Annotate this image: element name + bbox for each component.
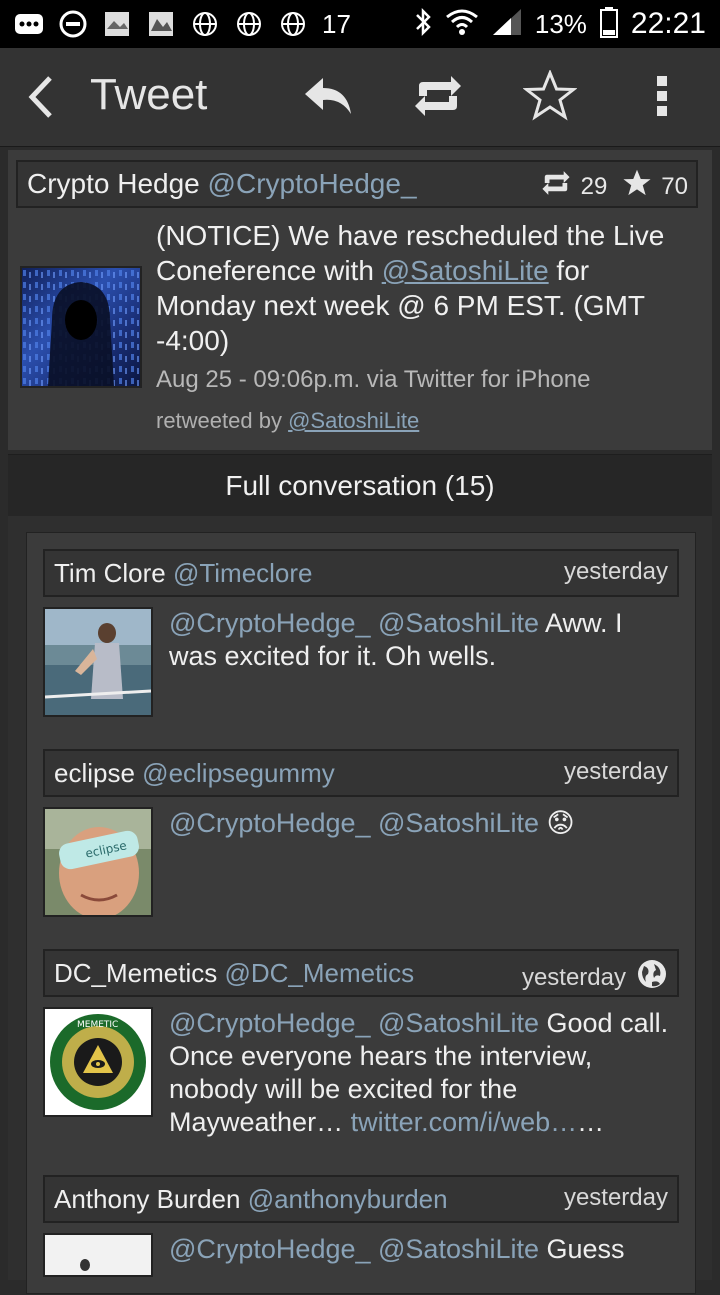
globe-icon: [190, 9, 220, 39]
star-icon: [522, 68, 578, 127]
list-item[interactable]: Tim Clore @Timeclore yesterday @CryptoHe…: [43, 549, 679, 725]
full-conversation-header[interactable]: Full conversation (15): [8, 454, 712, 517]
weather-temperature: 17: [322, 8, 351, 39]
timestamp: yesterday: [563, 558, 668, 585]
globe-icon: [234, 9, 264, 39]
avatar[interactable]: [43, 607, 153, 717]
retweeted-by-label: retweeted by: [156, 408, 289, 433]
reply-time: yesterday: [522, 958, 668, 997]
retweeted-by: retweeted by @SatoshiLite: [156, 408, 419, 434]
author-name: Tim Clore: [54, 558, 166, 588]
system-icons: 13% 22:21: [413, 0, 706, 48]
globe-icon: [278, 9, 308, 39]
reply-link[interactable]: twitter.com/i/web…: [351, 1107, 578, 1137]
author-handle[interactable]: @eclipsegummy: [142, 758, 335, 788]
tweet-header: Crypto Hedge @CryptoHedge_ 29 70: [16, 160, 698, 208]
clock: 22:21: [630, 7, 706, 40]
star-icon: [621, 168, 653, 205]
avatar[interactable]: eclipse: [43, 807, 153, 917]
retweet-icon: [411, 74, 465, 123]
reply-button[interactable]: [300, 70, 356, 126]
favorite-button[interactable]: [522, 68, 578, 127]
timestamp: yesterday: [563, 758, 668, 785]
timestamp: yesterday: [521, 963, 626, 991]
reply-mentions[interactable]: @CryptoHedge_ @SatoshiLite: [169, 1008, 539, 1038]
retweet-icon: [539, 170, 573, 203]
action-bar: Tweet: [0, 48, 720, 147]
signal-icon: [491, 7, 523, 42]
reply-header: Tim Clore @Timeclore yesterday: [43, 549, 679, 597]
author-handle[interactable]: @DC_Memetics: [224, 958, 414, 988]
tweet-stats: 29 70: [539, 168, 688, 205]
battery-percent: 13%: [534, 8, 587, 39]
author-name: Anthony Burden: [54, 1184, 241, 1214]
messages-icon: [14, 9, 44, 39]
favorite-count: 70: [661, 172, 688, 200]
author-handle[interactable]: @anthonyburden: [248, 1184, 448, 1214]
reply-time: yesterday: [564, 558, 668, 586]
reply-mentions[interactable]: @CryptoHedge_ @SatoshiLite: [169, 608, 539, 638]
image-icon: [146, 9, 176, 39]
avatar[interactable]: [43, 1233, 153, 1277]
tweet-card: Crypto Hedge @CryptoHedge_ 29 70 (NOTICE…: [8, 150, 712, 450]
notification-icons: 17: [14, 6, 351, 42]
reply-mentions[interactable]: @CryptoHedge_ @SatoshiLite: [169, 1234, 539, 1264]
reply-header: DC_Memetics @DC_Memetics yesterday: [43, 949, 679, 997]
retweet-count: 29: [580, 172, 608, 200]
overflow-menu-button[interactable]: [634, 70, 690, 126]
author-name: Crypto Hedge: [27, 168, 200, 199]
tweet-text: (NOTICE) We have rescheduled the Live Co…: [156, 218, 696, 358]
image-icon: [102, 9, 132, 39]
author-handle[interactable]: @CryptoHedge_: [208, 168, 417, 199]
status-bar: 17 13% 22:21: [0, 0, 720, 48]
reply-text: @CryptoHedge_ @SatoshiLite Aww. I was ex…: [169, 607, 669, 673]
tweet-author[interactable]: Crypto Hedge @CryptoHedge_: [27, 168, 417, 200]
retweet-button[interactable]: [410, 70, 466, 126]
avatar[interactable]: MEMETIC: [43, 1007, 153, 1117]
reply-body: 😟: [539, 808, 575, 838]
wifi-icon: [445, 7, 479, 42]
reply-text: @CryptoHedge_ @SatoshiLite Good call. On…: [169, 1007, 669, 1139]
reply-author[interactable]: eclipse @eclipsegummy: [54, 758, 335, 789]
reply-text: @CryptoHedge_ @SatoshiLite 😟: [169, 807, 669, 840]
timestamp: yesterday: [563, 1184, 668, 1211]
list-item[interactable]: eclipse @eclipsegummy yesterday eclipse: [43, 749, 679, 925]
list-item[interactable]: DC_Memetics @DC_Memetics yesterday MEMET…: [43, 949, 679, 1153]
page-title: Tweet: [90, 70, 208, 119]
reply-author[interactable]: DC_Memetics @DC_Memetics: [54, 958, 414, 989]
author-name: DC_Memetics: [54, 958, 218, 988]
conversation-area: Tim Clore @Timeclore yesterday @CryptoHe…: [8, 516, 712, 1294]
conversation-list: Tim Clore @Timeclore yesterday @CryptoHe…: [26, 532, 696, 1294]
tweet-meta: Aug 25 - 09:06p.m. via Twitter for iPhon…: [156, 366, 591, 393]
list-item[interactable]: Anthony Burden @anthonyburden yesterday …: [43, 1175, 679, 1295]
reply-icon: [303, 74, 353, 123]
mention-link[interactable]: @SatoshiLite: [382, 255, 549, 286]
avatar[interactable]: [20, 266, 142, 388]
reply-header: Anthony Burden @anthonyburden yesterday: [43, 1175, 679, 1223]
globe-icon: [636, 958, 668, 997]
reply-time: yesterday: [564, 1184, 668, 1212]
author-name: eclipse: [54, 758, 135, 788]
reply-suffix: …: [577, 1107, 605, 1137]
battery-icon: [599, 6, 619, 43]
retweeted-by-link[interactable]: @SatoshiLite: [288, 408, 419, 433]
overflow-menu-icon: [655, 74, 669, 123]
reply-header: eclipse @eclipsegummy yesterday: [43, 749, 679, 797]
reply-body: Guess: [539, 1234, 625, 1264]
reply-text: @CryptoHedge_ @SatoshiLite Guess: [169, 1233, 669, 1266]
svg-text:MEMETIC: MEMETIC: [77, 1020, 118, 1030]
back-chevron-icon[interactable]: [22, 72, 62, 122]
reply-mentions[interactable]: @CryptoHedge_ @SatoshiLite: [169, 808, 539, 838]
full-conversation-label: Full conversation (15): [225, 470, 495, 501]
reply-author[interactable]: Tim Clore @Timeclore: [54, 558, 313, 589]
do-not-disturb-icon: [58, 9, 88, 39]
reply-time: yesterday: [564, 758, 668, 786]
reply-author[interactable]: Anthony Burden @anthonyburden: [54, 1184, 448, 1215]
bluetooth-icon: [413, 7, 433, 42]
author-handle[interactable]: @Timeclore: [173, 558, 313, 588]
